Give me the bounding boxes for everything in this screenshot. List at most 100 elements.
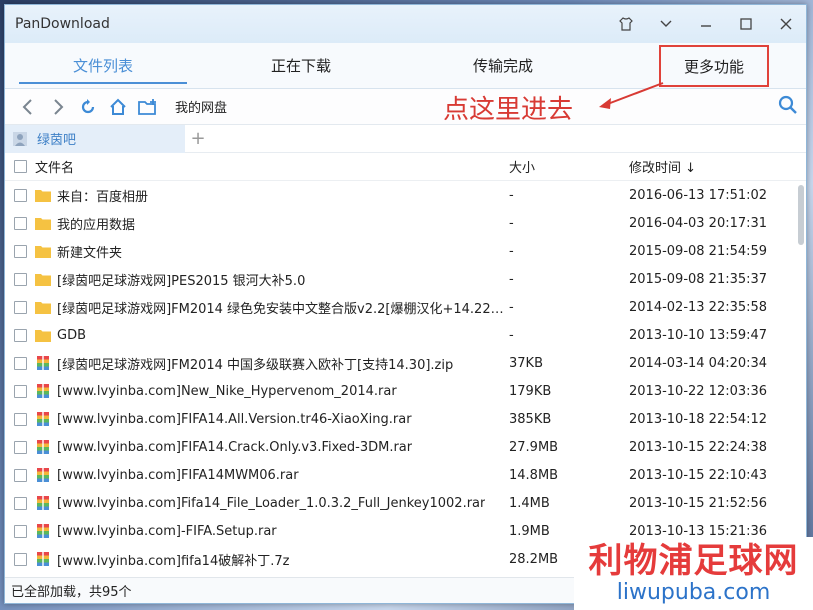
shirt-icon — [619, 17, 633, 31]
folder-icon — [35, 274, 51, 286]
file-size: - — [509, 215, 514, 231]
file-size: - — [509, 187, 514, 203]
annotation-text: 点这里进去 — [443, 95, 574, 125]
file-date: 2014-02-13 22:35:58 — [629, 299, 768, 315]
tab-more-features[interactable]: 更多功能 — [659, 45, 769, 87]
row-checkbox[interactable] — [13, 524, 27, 538]
row-name-cell: [www.lvyinba.com]FIFA14MWM06.rar — [35, 468, 509, 483]
file-date: 2013-10-18 22:54:12 — [629, 411, 768, 427]
app-title: PanDownload — [15, 16, 110, 32]
file-date: 2016-04-03 20:17:31 — [629, 215, 768, 231]
row-checkbox[interactable] — [13, 216, 27, 230]
table-row[interactable]: 新建文件夹 - 2015-09-08 21:54:59 — [5, 237, 806, 265]
table-row[interactable]: [绿茵吧足球游戏网]FM2014 绿色免安装中文整合版v2.2[爆棚汉化+14.… — [5, 293, 806, 321]
account-tab[interactable]: 绿茵吧 — [5, 124, 185, 153]
row-checkbox[interactable] — [13, 300, 27, 314]
maximize-icon — [740, 18, 752, 30]
search-button[interactable] — [778, 95, 798, 119]
menu-dropdown-button[interactable] — [646, 5, 686, 43]
row-checkbox[interactable] — [13, 496, 27, 510]
row-checkbox[interactable] — [13, 384, 27, 398]
row-checkbox[interactable] — [13, 244, 27, 258]
current-path: 我的网盘 — [175, 101, 228, 116]
watermark-logo: 利物浦足球网 liwupuba.com — [574, 537, 813, 610]
file-name: [绿茵吧足球游戏网]PES2015 银河大补5.0 — [57, 273, 306, 289]
folder-icon — [35, 246, 51, 258]
home-icon — [110, 98, 126, 115]
file-name: GDB — [57, 327, 87, 343]
row-checkbox[interactable] — [13, 412, 27, 426]
row-checkbox[interactable] — [13, 272, 27, 286]
table-row[interactable]: [www.lvyinba.com]FIFA14.All.Version.tr46… — [5, 405, 806, 433]
file-date: 2013-10-15 21:52:56 — [629, 495, 768, 511]
table-row[interactable]: [www.lvyinba.com]New_Nike_Hypervenom_201… — [5, 377, 806, 405]
status-text: 已全部加载，共95个 — [11, 585, 132, 600]
home-button[interactable] — [103, 92, 133, 122]
file-size: - — [509, 271, 514, 287]
tab-label: 传输完成 — [472, 57, 533, 75]
row-name-cell: [www.lvyinba.com]FIFA14.All.Version.tr46… — [35, 412, 509, 427]
row-name-cell: 我的应用数据 — [35, 214, 509, 233]
table-row[interactable]: [www.lvyinba.com]FIFA14.Crack.Only.v3.Fi… — [5, 433, 806, 461]
archive-icon — [37, 468, 49, 482]
header-size[interactable]: 大小 — [509, 157, 629, 176]
row-checkbox[interactable] — [13, 552, 27, 566]
tab-file-list[interactable]: 文件列表 — [5, 43, 201, 88]
row-checkbox[interactable] — [13, 328, 27, 342]
row-name-cell: [www.lvyinba.com]-FIFA.Setup.rar — [35, 524, 509, 539]
table-row[interactable]: 来自：百度相册 - 2016-06-13 17:51:02 — [5, 181, 806, 209]
close-button[interactable] — [766, 5, 806, 43]
refresh-button[interactable] — [73, 92, 103, 122]
row-checkbox[interactable] — [13, 188, 27, 202]
row-name-cell: [绿茵吧足球游戏网]FM2014 中国多级联赛入欧补丁[支持14.30].zip — [35, 354, 509, 373]
forward-button[interactable] — [43, 92, 73, 122]
tab-completed[interactable]: 传输完成 — [401, 43, 605, 88]
refresh-icon — [81, 98, 95, 113]
file-name: [www.lvyinba.com]-FIFA.Setup.rar — [57, 523, 277, 539]
watermark-title: 利物浦足球网 — [588, 540, 799, 581]
tab-label: 文件列表 — [72, 57, 133, 75]
tab-label: 更多功能 — [683, 57, 744, 76]
file-date: 2015-09-08 21:54:59 — [629, 243, 768, 259]
table-row[interactable]: [绿茵吧足球游戏网]FM2014 中国多级联赛入欧补丁[支持14.30].zip… — [5, 349, 806, 377]
list-scrollbar[interactable] — [798, 185, 804, 245]
table-row[interactable]: 我的应用数据 - 2016-04-03 20:17:31 — [5, 209, 806, 237]
file-date: 2016-06-13 17:51:02 — [629, 187, 768, 203]
file-size: 27.9MB — [509, 439, 559, 455]
skin-button[interactable] — [606, 5, 646, 43]
app-window: PanDownload 文件列表 正在下载 传输完成 更多功能 我的网盘 点这里… — [4, 4, 807, 604]
header-date[interactable]: 修改时间 ↓ — [629, 157, 799, 176]
minimize-button[interactable] — [686, 5, 726, 43]
archive-icon — [37, 384, 49, 398]
file-name: [www.lvyinba.com]New_Nike_Hypervenom_201… — [57, 383, 397, 399]
archive-icon — [37, 552, 49, 566]
file-size: 385KB — [509, 411, 552, 427]
account-name: 绿茵吧 — [37, 133, 77, 148]
file-name: [www.lvyinba.com]fifa14破解补丁.7z — [57, 553, 290, 569]
file-size: 1.4MB — [509, 495, 550, 511]
file-date: 2015-09-08 21:35:37 — [629, 271, 768, 287]
file-name: [绿茵吧足球游戏网]FM2014 绿色免安装中文整合版v2.2[爆棚汉化+14.… — [57, 301, 509, 317]
archive-icon — [37, 496, 49, 510]
row-checkbox[interactable] — [13, 468, 27, 482]
maximize-button[interactable] — [726, 5, 766, 43]
table-row[interactable]: [绿茵吧足球游戏网]PES2015 银河大补5.0 - 2015-09-08 21:… — [5, 265, 806, 293]
new-folder-button[interactable] — [133, 92, 163, 122]
new-folder-icon — [138, 98, 156, 115]
toolbar: 我的网盘 点这里进去 — [5, 82, 806, 125]
select-all-checkbox[interactable] — [13, 160, 27, 173]
row-name-cell: GDB — [35, 328, 509, 343]
table-row[interactable]: GDB - 2013-10-10 13:59:47 — [5, 321, 806, 349]
row-checkbox[interactable] — [13, 356, 27, 370]
table-row[interactable]: [www.lvyinba.com]Fifa14_File_Loader_1.0.… — [5, 489, 806, 517]
tab-downloading[interactable]: 正在下载 — [201, 43, 401, 88]
archive-icon — [37, 412, 49, 426]
add-account-button[interactable]: + — [185, 128, 211, 149]
file-name: [www.lvyinba.com]Fifa14_File_Loader_1.0.… — [57, 495, 486, 511]
table-row[interactable]: [www.lvyinba.com]FIFA14MWM06.rar 14.8MB 20… — [5, 461, 806, 489]
row-checkbox[interactable] — [13, 440, 27, 454]
file-size: - — [509, 327, 514, 343]
header-name[interactable]: 文件名 — [35, 157, 509, 176]
back-button[interactable] — [13, 92, 43, 122]
folder-icon — [35, 190, 51, 202]
